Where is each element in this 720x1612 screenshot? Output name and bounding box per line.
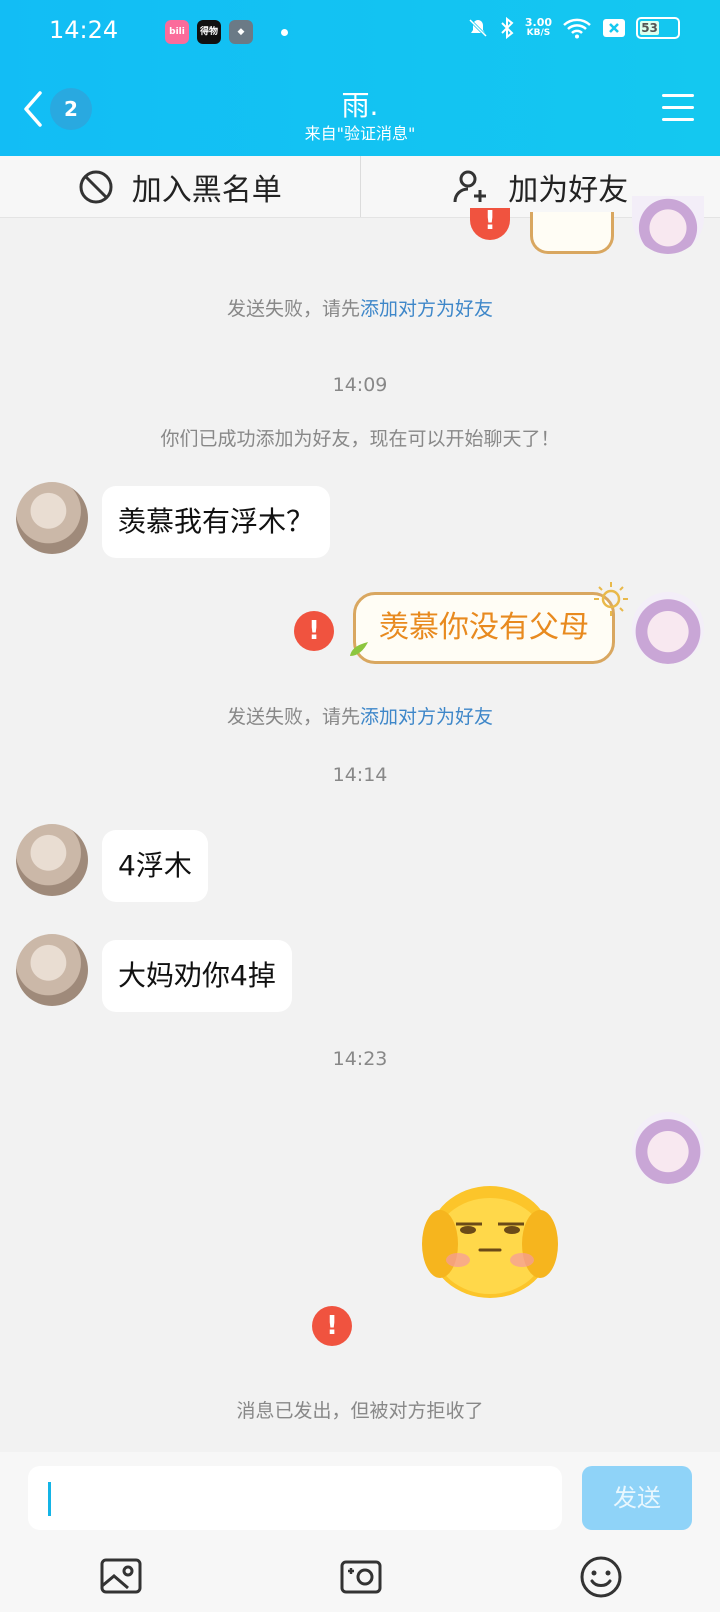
status-right: 3.00 KB/S 53 [467,16,680,40]
send-failed-notice: 发送失败，请先添加对方为好友 [226,706,494,728]
add-friend-link[interactable]: 添加对方为好友 [360,706,493,728]
sun-decoration-icon [594,582,628,616]
send-button[interactable]: 发送 [582,1466,692,1530]
my-avatar[interactable] [632,1112,704,1184]
sim-off-icon [603,19,625,37]
sent-message[interactable]: 羡慕你没有父母 [353,592,615,664]
my-avatar[interactable] [632,592,704,664]
contact-avatar[interactable] [16,934,88,1006]
received-message[interactable]: 大妈劝你4掉 [102,940,292,1012]
status-apps: bili 得物 ◆ [165,20,288,44]
bluetooth-icon [501,16,514,40]
network-speed: 3.00 KB/S [524,16,552,38]
chat-title: 雨. [341,89,379,122]
emoji-sticker-icon[interactable] [420,1172,560,1302]
contact-avatar[interactable] [16,824,88,896]
notification-dot [281,28,288,36]
send-failed-icon[interactable]: ! [470,208,510,240]
game-app-icon: ◆ [229,20,253,44]
send-failed-notice: 发送失败，请先添加对方为好友 [226,298,494,320]
contact-avatar[interactable] [16,482,88,554]
received-message[interactable]: 羡慕我有浮木？ [102,486,331,558]
block-icon [79,170,113,203]
status-time: 14:24 [49,16,119,44]
mute-icon [468,18,487,38]
send-failed-icon[interactable]: ! [312,1306,352,1346]
timestamp: 14:14 [332,764,388,786]
header-bar: 14:24 bili 得物 ◆ 3.00 KB/S 53 2 雨. 来自"验证消息… [0,0,720,156]
friend-added-notice: 你们已成功添加为好友，现在可以开始聊天了！ [160,428,560,450]
send-failed-icon[interactable]: ! [294,611,334,651]
dewu-app-icon: 得物 [197,20,221,44]
my-avatar[interactable] [632,196,704,254]
received-message[interactable]: 4浮木 [102,830,208,902]
sticker-bubble-partial [530,212,614,254]
menu-button[interactable] [662,94,694,122]
text-caret [48,1482,51,1516]
chat-subtitle: 来自"验证消息" [304,124,416,143]
photo-icon[interactable] [98,1554,144,1600]
bilibili-app-icon: bili [165,20,189,44]
emoji-icon[interactable] [578,1554,624,1600]
timestamp: 14:09 [332,374,388,396]
timestamp: 14:23 [332,1048,388,1070]
add-friend-link[interactable]: 添加对方为好友 [360,298,493,320]
message-rejected-notice: 消息已发出，但被对方拒收了 [236,1400,484,1422]
add-friend-label: 加为好友 [508,172,629,208]
wifi-icon [563,18,591,39]
input-area: 发送 [0,1452,720,1612]
blacklist-label: 加入黑名单 [131,172,282,208]
stranger-action-bar: 加入黑名单 加为好友 [0,156,720,218]
camera-icon[interactable] [338,1554,384,1600]
blacklist-button[interactable]: 加入黑名单 [0,156,361,217]
add-user-icon [453,170,487,202]
battery-icon: 53 [636,17,680,39]
leaf-decoration-icon [350,642,368,656]
message-input[interactable] [28,1466,562,1530]
